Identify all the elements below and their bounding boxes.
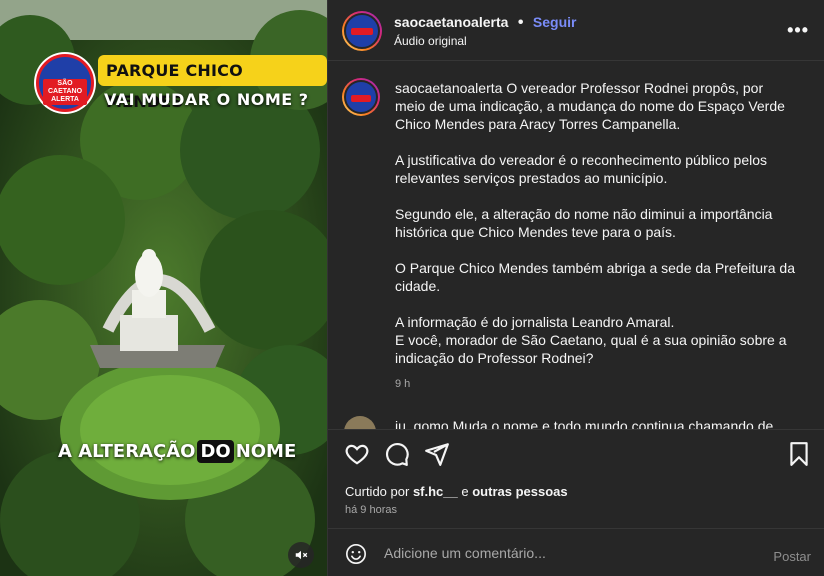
caption-paragraph-4: O Parque Chico Mendes também abriga a se… <box>395 260 796 294</box>
instagram-post-viewer: SÃO CAETANO ALERTA PARQUE CHICO MENDES V… <box>0 0 824 576</box>
liked-by-join: e <box>461 484 469 499</box>
more-horizontal-icon: ••• <box>787 20 809 40</box>
caption-paragraph-3: Segundo ele, a alteração do nome não dim… <box>395 206 773 240</box>
author-avatar[interactable] <box>342 11 382 51</box>
caption-line-question: E você, morador de São Caetano, qual é a… <box>395 332 787 366</box>
post-caption: saocaetanoalerta O vereador Professor Ro… <box>395 79 795 367</box>
post-header: saocaetanoalerta • Seguir Áudio original… <box>328 0 824 61</box>
liked-by-others-link[interactable]: outras pessoas <box>472 484 567 499</box>
video-overlay-caption: A ALTERAÇÃO DO NOME <box>58 440 296 463</box>
caption-line-source: A informação é do jornalista Leandro Ama… <box>395 314 675 330</box>
overlay-caption-part2: NOME <box>235 441 297 462</box>
comment-composer: Postar <box>328 530 824 576</box>
liked-by-prefix: Curtido por <box>345 484 410 499</box>
commenter-avatar[interactable] <box>344 416 376 429</box>
post-video[interactable]: SÃO CAETANO ALERTA PARQUE CHICO MENDES V… <box>0 0 327 576</box>
author-username[interactable]: saocaetanoalerta <box>394 14 508 30</box>
mute-button[interactable] <box>288 542 314 568</box>
more-options-button[interactable]: ••• <box>787 20 809 41</box>
video-banner-subtitle: VAI MUDAR O NOME ? <box>104 90 309 109</box>
speaker-muted-icon <box>295 550 308 560</box>
post-side-panel: saocaetanoalerta • Seguir Áudio original… <box>327 0 824 576</box>
original-audio-link[interactable]: Áudio original <box>394 34 467 48</box>
post-actions: Curtido por sf.hc__ e outras pessoas há … <box>328 429 824 529</box>
post-comment-button[interactable]: Postar <box>773 549 811 564</box>
heart-icon[interactable] <box>344 441 370 467</box>
follow-button[interactable]: Seguir <box>533 14 577 30</box>
separator-dot: • <box>517 14 524 31</box>
comment-input[interactable] <box>384 540 744 566</box>
comments-scroll-area[interactable]: saocaetanoalerta O vereador Professor Ro… <box>328 62 824 429</box>
bookmark-icon[interactable] <box>786 441 812 467</box>
comment-icon[interactable] <box>384 441 410 467</box>
caption-paragraph-2: A justificativa do vereador é o reconhec… <box>395 152 767 186</box>
liked-by-summary: Curtido por sf.hc__ e outras pessoas <box>345 484 568 499</box>
overlay-caption-part1: A ALTERAÇÃO <box>58 441 196 462</box>
header-user-line: saocaetanoalerta • Seguir <box>394 14 577 32</box>
channel-logo: SÃO CAETANO ALERTA <box>36 54 94 112</box>
liked-by-user[interactable]: sf.hc__ <box>413 484 458 499</box>
comment-text: iu_gomo Muda o nome e todo mundo continu… <box>395 418 774 429</box>
caption-username[interactable]: saocaetanoalerta <box>395 80 502 96</box>
emoji-icon[interactable] <box>345 543 367 565</box>
post-timestamp[interactable]: há 9 horas <box>345 504 397 516</box>
caption-time: 9 h <box>395 378 411 390</box>
share-icon[interactable] <box>424 441 450 467</box>
overlay-caption-highlight: DO <box>197 440 234 463</box>
video-banner-title: PARQUE CHICO MENDES <box>98 55 327 111</box>
logo-lettering: SÃO CAETANO ALERTA <box>43 79 87 105</box>
caption-author-avatar[interactable] <box>342 78 380 116</box>
